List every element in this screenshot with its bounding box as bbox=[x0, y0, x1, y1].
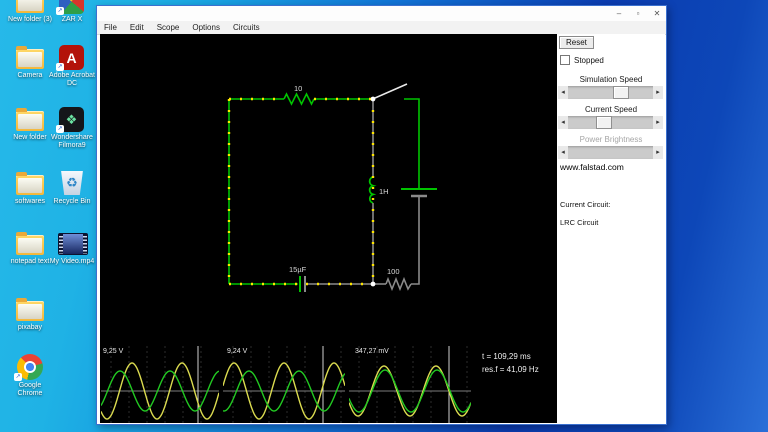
zarx-app-icon: ↗ bbox=[56, 0, 87, 15]
desktop-icon-new-folder[interactable]: New folder bbox=[6, 106, 54, 142]
switch-open[interactable] bbox=[374, 83, 408, 99]
desktop-icon-notepad-text[interactable]: notepad text bbox=[6, 230, 54, 266]
folder-icon bbox=[15, 0, 45, 14]
label-resistor-top: 10 bbox=[294, 84, 302, 93]
icon-label: pixabay bbox=[17, 324, 43, 331]
stopped-checkbox[interactable] bbox=[560, 55, 570, 65]
circuit-canvas[interactable]: 10 1H 15µF 100 9,25 V 9,24 V 347,27 mV t… bbox=[100, 34, 557, 423]
arrow-right-icon[interactable]: ▸ bbox=[653, 146, 663, 159]
scope-3-peak-value: 347,27 mV bbox=[355, 348, 389, 355]
menu-file[interactable]: File bbox=[104, 23, 117, 32]
minimize-button-icon[interactable]: – bbox=[614, 9, 624, 18]
desktop-icon-my-video[interactable]: My Video.mp4 bbox=[48, 230, 96, 266]
time-readout: t = 109,29 ms bbox=[482, 352, 531, 361]
current-speed-slider[interactable]: ◂ ▸ bbox=[558, 116, 663, 129]
simulation-speed-slider[interactable]: ◂ ▸ bbox=[558, 86, 663, 99]
acrobat-icon: A ↗ bbox=[56, 44, 87, 71]
scope-3[interactable] bbox=[349, 346, 471, 423]
wire-switch-to-battery[interactable] bbox=[404, 98, 420, 189]
video-file-icon bbox=[57, 230, 88, 256]
desktop-icon-zarx[interactable]: ↗ ZAR X bbox=[48, 0, 96, 24]
menu-edit[interactable]: Edit bbox=[130, 23, 144, 32]
menu-bar: File Edit Scope Options Circuits bbox=[97, 21, 666, 35]
folder-icon bbox=[15, 106, 45, 132]
icon-label: notepad text bbox=[10, 258, 50, 265]
stopped-label: Stopped bbox=[574, 55, 604, 65]
node-dot bbox=[370, 281, 376, 287]
folder-icon bbox=[15, 296, 45, 322]
desktop-icon-filmora[interactable]: ❖ ↗ Wondershare Filmora9 bbox=[48, 106, 96, 150]
icon-label: Adobe Acrobat DC bbox=[49, 72, 95, 88]
icon-label: Recycle Bin bbox=[53, 198, 91, 205]
shortcut-arrow-icon: ↗ bbox=[56, 125, 64, 133]
desktop-icon-chrome[interactable]: ↗ Google Chrome bbox=[6, 354, 54, 398]
shortcut-arrow-icon: ↗ bbox=[56, 7, 64, 15]
node-dot bbox=[370, 96, 376, 102]
resistor-100[interactable] bbox=[385, 276, 412, 292]
scope-1-peak-value: 9,25 V bbox=[103, 348, 124, 355]
scope-1[interactable] bbox=[101, 346, 219, 423]
control-panel: Reset Stopped Simulation Speed ◂ ▸ Curre… bbox=[557, 34, 665, 423]
falstad-link[interactable]: www.falstad.com bbox=[560, 162, 624, 172]
wire-bottom-right[interactable] bbox=[411, 196, 420, 285]
power-brightness-label: Power Brightness bbox=[579, 135, 643, 144]
current-speed-label: Current Speed bbox=[584, 105, 638, 114]
arrow-left-icon[interactable]: ◂ bbox=[558, 86, 568, 99]
icon-label: New folder bbox=[13, 134, 47, 141]
maximize-button-icon[interactable]: ▫ bbox=[633, 9, 643, 18]
arrow-left-icon[interactable]: ◂ bbox=[558, 146, 568, 159]
shortcut-arrow-icon: ↗ bbox=[14, 373, 22, 381]
label-resistor-bottom: 100 bbox=[387, 267, 400, 276]
current-dots bbox=[227, 97, 375, 286]
desktop-icon-new-folder-3[interactable]: New folder (3) bbox=[6, 0, 54, 24]
chrome-icon: ↗ bbox=[14, 354, 45, 381]
folder-icon bbox=[15, 44, 45, 70]
icon-label: My Video.mp4 bbox=[49, 258, 95, 265]
current-circuit-heading: Current Circuit: bbox=[560, 200, 611, 209]
simulation-speed-label: Simulation Speed bbox=[579, 75, 643, 84]
filmora-icon: ❖ ↗ bbox=[56, 106, 87, 133]
window-titlebar: – ▫ ✕ bbox=[97, 6, 666, 21]
arrow-left-icon[interactable]: ◂ bbox=[558, 116, 568, 129]
recycle-bin-icon: ♻ bbox=[57, 170, 87, 196]
falstad-simulator-window: – ▫ ✕ File Edit Scope Options Circuits 1… bbox=[96, 5, 667, 425]
label-capacitor: 15µF bbox=[289, 265, 307, 274]
icon-label: Wondershare Filmora9 bbox=[51, 134, 93, 150]
power-brightness-slider[interactable]: ◂ ▸ bbox=[558, 146, 663, 159]
icon-label: Google Chrome bbox=[17, 382, 43, 398]
folder-icon bbox=[15, 230, 45, 256]
desktop-icon-acrobat[interactable]: A ↗ Adobe Acrobat DC bbox=[48, 44, 96, 88]
slider-thumb[interactable] bbox=[596, 116, 613, 129]
icon-label: Camera bbox=[17, 72, 43, 79]
folder-icon bbox=[15, 170, 45, 196]
arrow-right-icon[interactable]: ▸ bbox=[653, 116, 663, 129]
desktop-icon-pixabay[interactable]: pixabay bbox=[6, 296, 54, 332]
desktop-icon-softwares[interactable]: softwares bbox=[6, 170, 54, 206]
scope-2-peak-value: 9,24 V bbox=[227, 348, 248, 355]
shortcut-arrow-icon: ↗ bbox=[56, 63, 64, 71]
slider-thumb[interactable] bbox=[613, 86, 629, 99]
simulation-readout: t = 109,29 ms res.f = 41,09 Hz bbox=[482, 351, 539, 377]
lrc-circuit-drawing[interactable]: 10 1H 15µF 100 bbox=[100, 34, 557, 346]
resonance-frequency-readout: res.f = 41,09 Hz bbox=[482, 364, 539, 374]
label-inductor: 1H bbox=[379, 187, 389, 196]
close-button-icon[interactable]: ✕ bbox=[652, 9, 662, 18]
icon-label: softwares bbox=[15, 198, 45, 205]
current-circuit-name: LRC Circuit bbox=[560, 218, 599, 227]
scope-2[interactable] bbox=[223, 346, 345, 423]
icon-label: New folder (3) bbox=[8, 16, 52, 23]
arrow-right-icon[interactable]: ▸ bbox=[653, 86, 663, 99]
desktop-icon-recycle-bin[interactable]: ♻ Recycle Bin bbox=[48, 170, 96, 206]
desktop-icon-camera[interactable]: Camera bbox=[6, 44, 54, 80]
menu-scope[interactable]: Scope bbox=[157, 23, 180, 32]
menu-circuits[interactable]: Circuits bbox=[233, 23, 260, 32]
reset-button[interactable]: Reset bbox=[559, 36, 594, 49]
resistor-10[interactable] bbox=[283, 92, 315, 106]
icon-label: ZAR X bbox=[61, 16, 83, 23]
menu-options[interactable]: Options bbox=[192, 23, 220, 32]
